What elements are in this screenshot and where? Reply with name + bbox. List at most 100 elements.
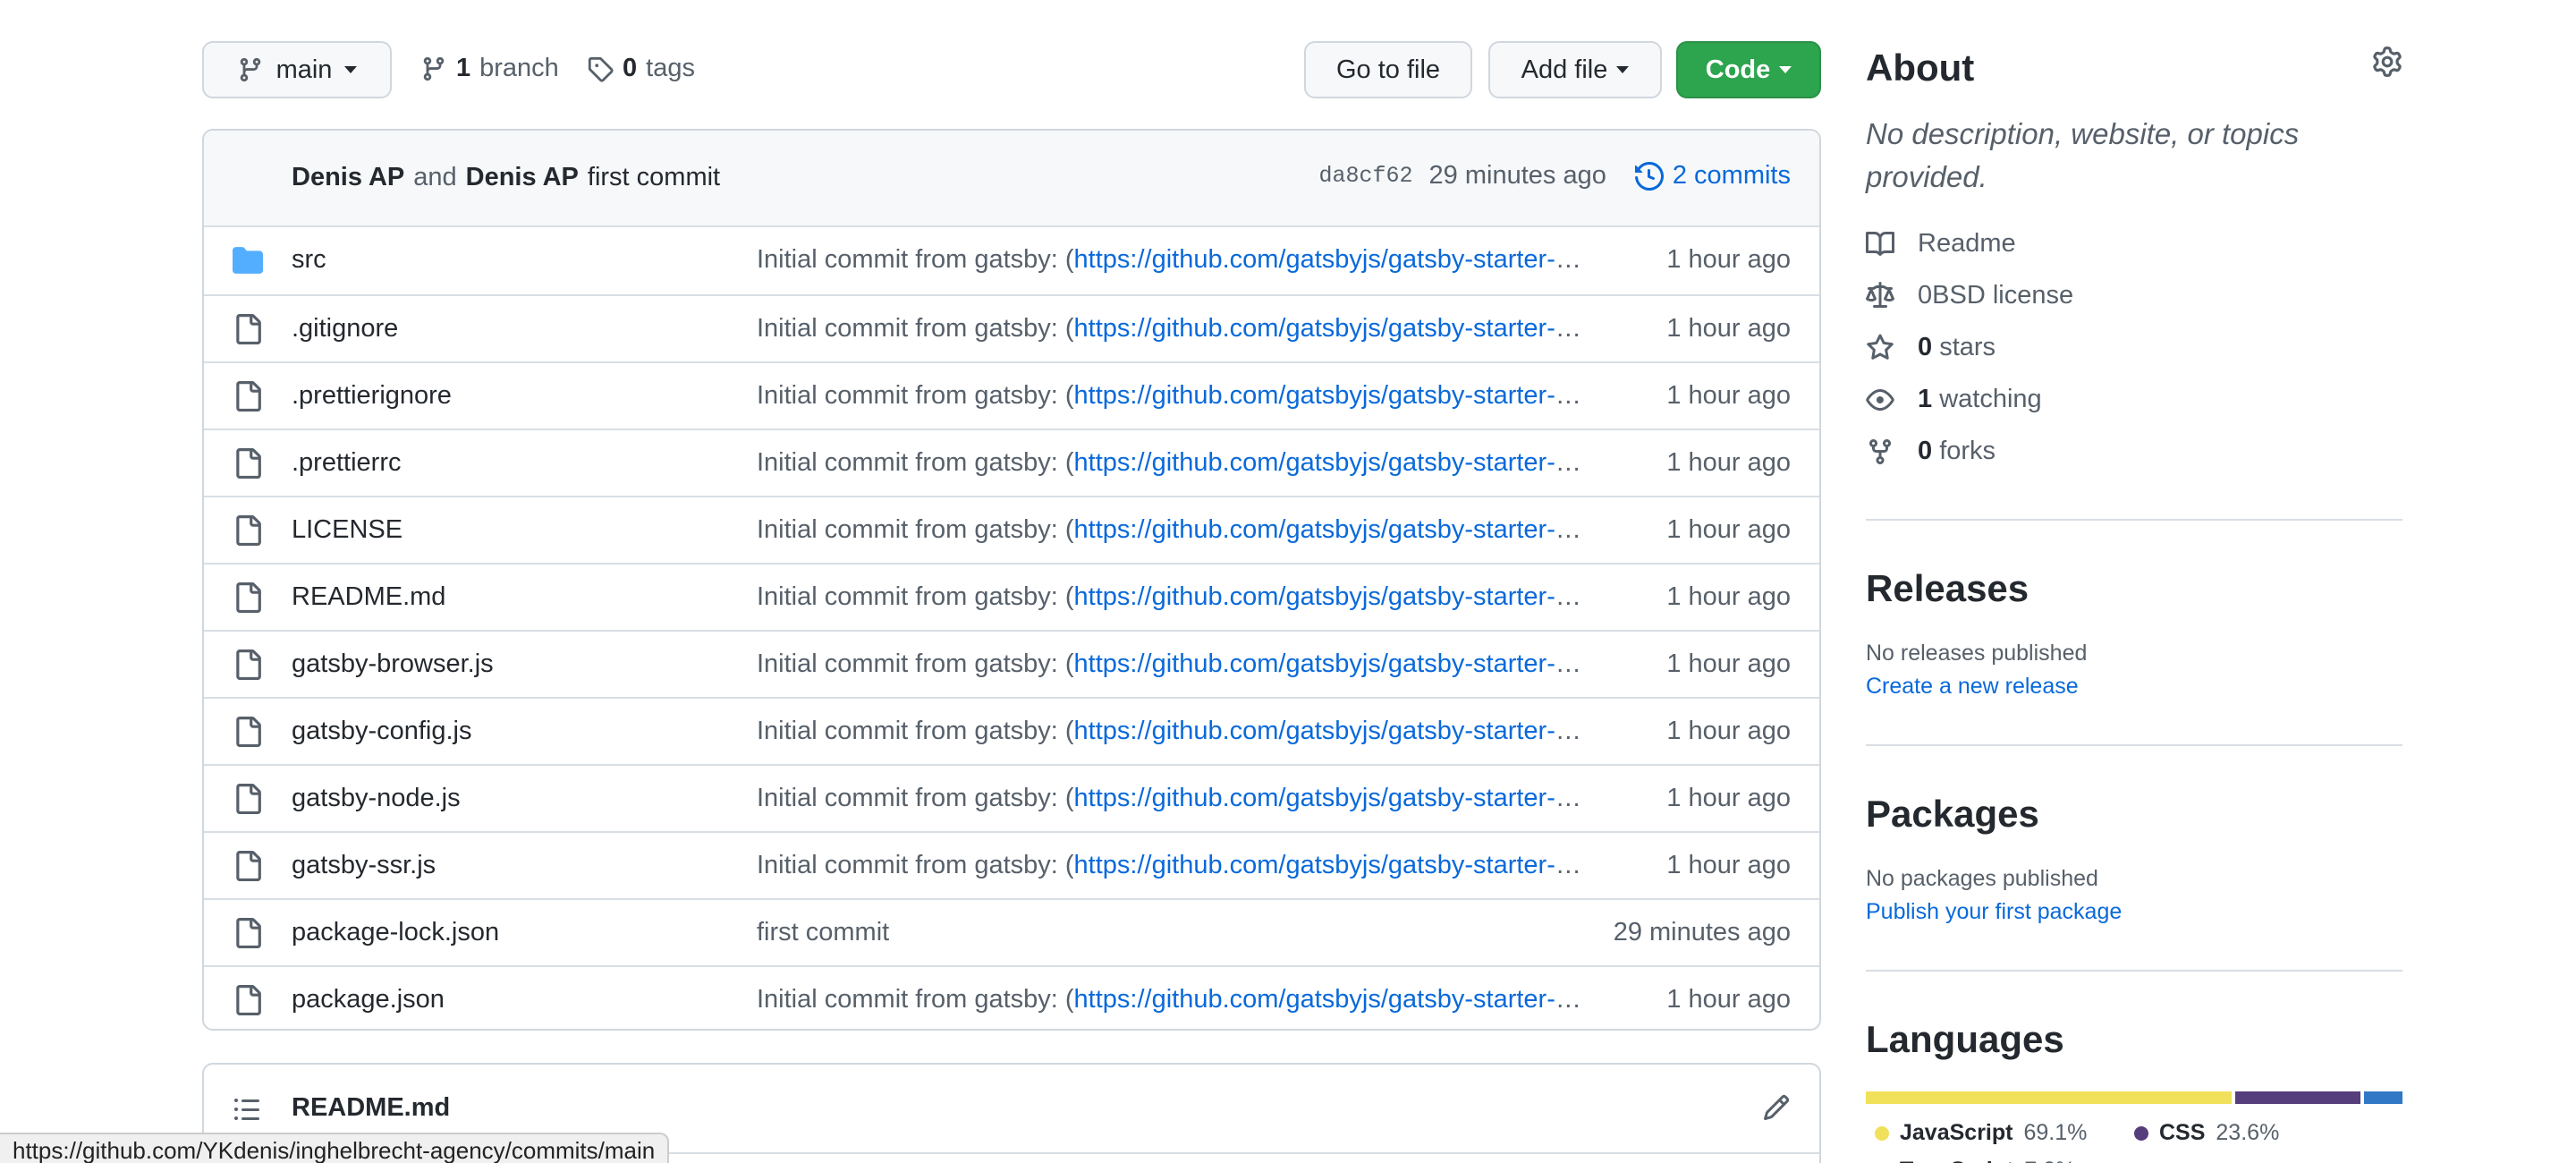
file-row[interactable]: gatsby-browser.js Initial commit from gat… <box>204 630 1819 697</box>
file-row[interactable]: gatsby-config.js Initial commit from gats… <box>204 697 1819 764</box>
file-row[interactable]: package.json Initial commit from gatsby: … <box>204 965 1819 1029</box>
language-legend-item[interactable]: CSS 23.6% <box>2134 1120 2279 1146</box>
stars-link[interactable]: 0 stars <box>1866 333 1996 362</box>
list-icon[interactable] <box>233 1095 261 1124</box>
commit-message-link[interactable]: https://github.com/gatsbyjs/gatsby-start… <box>1074 515 1597 544</box>
commit-message-link[interactable]: https://github.com/gatsbyjs/gatsby-start… <box>1074 985 1597 1014</box>
forks-link[interactable]: 0 forks <box>1866 437 1996 466</box>
file-name-link[interactable]: .prettierrc <box>292 448 401 478</box>
commit-message-text: Initial commit from gatsby: ( <box>757 649 1074 678</box>
language-bar <box>1866 1091 2403 1104</box>
file-row[interactable]: README.md Initial commit from gatsby: (ht… <box>204 563 1819 630</box>
go-to-file-button[interactable]: Go to file <box>1304 41 1472 98</box>
releases-title[interactable]: Releases <box>1866 567 2402 610</box>
code-button[interactable]: Code <box>1676 41 1821 98</box>
file-name-link[interactable]: gatsby-ssr.js <box>292 851 436 880</box>
commits-history-link[interactable]: 2 commits <box>1634 161 1791 191</box>
language-color-dot <box>1875 1125 1889 1141</box>
language-legend-item[interactable]: JavaScript 69.1% <box>1875 1120 2087 1146</box>
commit-message-text: first commit <box>757 918 890 947</box>
stars-label: stars <box>1939 333 1996 361</box>
commit-author-link[interactable]: Denis AP <box>466 163 579 192</box>
commit-message[interactable]: first commit <box>757 918 1597 947</box>
branches-link[interactable]: 1 branch <box>420 54 559 83</box>
commit-message-link[interactable]: https://github.com/gatsbyjs/gatsby-start… <box>1074 448 1597 477</box>
language-bar-segment <box>2235 1091 2360 1104</box>
add-file-label: Add file <box>1521 55 1608 84</box>
commit-time: 1 hour ago <box>1666 448 1791 477</box>
file-row[interactable]: gatsby-ssr.js Initial commit from gatsby:… <box>204 831 1819 898</box>
file-name-link[interactable]: gatsby-node.js <box>292 784 461 813</box>
file-row[interactable]: gatsby-node.js Initial commit from gatsby… <box>204 764 1819 831</box>
git-branch-icon <box>237 56 264 83</box>
add-file-button[interactable]: Add file <box>1488 41 1662 98</box>
commit-sha-link[interactable]: da8cf62 <box>1319 163 1413 189</box>
book-icon <box>1866 230 1894 259</box>
commit-message-text: Initial commit from gatsby: ( <box>757 448 1074 477</box>
file-row[interactable]: LICENSE Initial commit from gatsby: (http… <box>204 496 1819 563</box>
chevron-down-icon <box>1779 66 1792 73</box>
file-icon <box>233 985 263 1015</box>
tag-count: 0 <box>623 54 638 82</box>
commit-message-link[interactable]: https://github.com/gatsbyjs/gatsby-start… <box>1074 582 1597 611</box>
publish-package-link[interactable]: Publish your first package <box>1866 899 2122 925</box>
file-row[interactable]: .prettierignore Initial commit from gatsb… <box>204 361 1819 429</box>
file-row[interactable]: .prettierrc Initial commit from gatsby: (… <box>204 429 1819 496</box>
file-name-link[interactable]: .gitignore <box>292 314 398 344</box>
readme-title[interactable]: README.md <box>292 1093 450 1123</box>
commit-message-text: Initial commit from gatsby: ( <box>757 717 1074 745</box>
file-name-link[interactable]: gatsby-config.js <box>292 717 472 746</box>
commit-message-link[interactable]: https://github.com/gatsbyjs/gatsby-start… <box>1074 851 1597 879</box>
commit-and: and <box>413 163 457 191</box>
license-link[interactable]: 0BSD license <box>1866 281 2073 310</box>
create-release-link[interactable]: Create a new release <box>1866 674 2079 700</box>
pencil-icon[interactable] <box>1762 1093 1791 1122</box>
commit-message-link[interactable]: https://github.com/gatsbyjs/gatsby-start… <box>1074 245 1597 274</box>
commit-message[interactable]: Initial commit from gatsby: (https://git… <box>757 717 1597 746</box>
file-name-link[interactable]: LICENSE <box>292 515 402 545</box>
commit-message-link[interactable]: first commit <box>588 163 720 192</box>
commit-time: 1 hour ago <box>1666 515 1791 544</box>
commit-message[interactable]: Initial commit from gatsby: (https://git… <box>757 851 1597 880</box>
gear-icon[interactable] <box>2372 47 2402 77</box>
commit-message-link[interactable]: https://github.com/gatsbyjs/gatsby-start… <box>1074 649 1597 678</box>
file-row[interactable]: package-lock.json first commit 29 minutes … <box>204 898 1819 965</box>
file-row[interactable]: .gitignore Initial commit from gatsby: (h… <box>204 294 1819 361</box>
language-legend-item[interactable]: TypeScript 7.3% <box>1875 1158 2075 1163</box>
commit-message[interactable]: Initial commit from gatsby: (https://git… <box>757 985 1597 1014</box>
commit-author-link[interactable]: Denis AP <box>292 163 404 192</box>
file-name-link[interactable]: README.md <box>292 582 445 612</box>
file-icon <box>233 918 263 948</box>
commit-message-link[interactable]: https://github.com/gatsbyjs/gatsby-start… <box>1074 314 1597 343</box>
commit-message[interactable]: Initial commit from gatsby: (https://git… <box>757 649 1597 679</box>
file-row[interactable]: src Initial commit from gatsby: (https://… <box>204 227 1819 294</box>
packages-title[interactable]: Packages <box>1866 793 2402 836</box>
language-percent: 23.6% <box>2216 1120 2280 1145</box>
file-name-link[interactable]: package-lock.json <box>292 918 499 947</box>
file-name-link[interactable]: .prettierignore <box>292 381 452 411</box>
divider <box>1866 970 2402 972</box>
watchers-link[interactable]: 1 watching <box>1866 385 2042 414</box>
commit-message[interactable]: Initial commit from gatsby: (https://git… <box>757 314 1597 344</box>
commit-message[interactable]: Initial commit from gatsby: (https://git… <box>757 245 1597 275</box>
file-name-link[interactable]: gatsby-browser.js <box>292 649 494 679</box>
file-name-link[interactable]: package.json <box>292 985 445 1014</box>
commit-message-link[interactable]: https://github.com/gatsbyjs/gatsby-start… <box>1074 381 1597 410</box>
commit-message[interactable]: Initial commit from gatsby: (https://git… <box>757 784 1597 813</box>
commit-message[interactable]: Initial commit from gatsby: (https://git… <box>757 448 1597 478</box>
file-name-link[interactable]: src <box>292 245 326 275</box>
commit-message[interactable]: Initial commit from gatsby: (https://git… <box>757 582 1597 612</box>
chevron-down-icon <box>1616 66 1630 73</box>
commit-message[interactable]: Initial commit from gatsby: (https://git… <box>757 515 1597 545</box>
commit-time: 1 hour ago <box>1666 649 1791 678</box>
tags-link[interactable]: 0 tags <box>587 54 695 83</box>
commit-message[interactable]: Initial commit from gatsby: (https://git… <box>757 381 1597 411</box>
branch-select-button[interactable]: main <box>202 41 392 98</box>
readme-link[interactable]: Readme <box>1866 229 2016 259</box>
commit-time: 1 hour ago <box>1666 582 1791 611</box>
commit-message-link[interactable]: https://github.com/gatsbyjs/gatsby-start… <box>1074 717 1597 745</box>
commit-message-link[interactable]: https://github.com/gatsbyjs/gatsby-start… <box>1074 784 1597 812</box>
commit-message-text: Initial commit from gatsby: ( <box>757 985 1074 1014</box>
language-color-dot <box>2134 1125 2148 1141</box>
file-icon <box>233 314 263 344</box>
